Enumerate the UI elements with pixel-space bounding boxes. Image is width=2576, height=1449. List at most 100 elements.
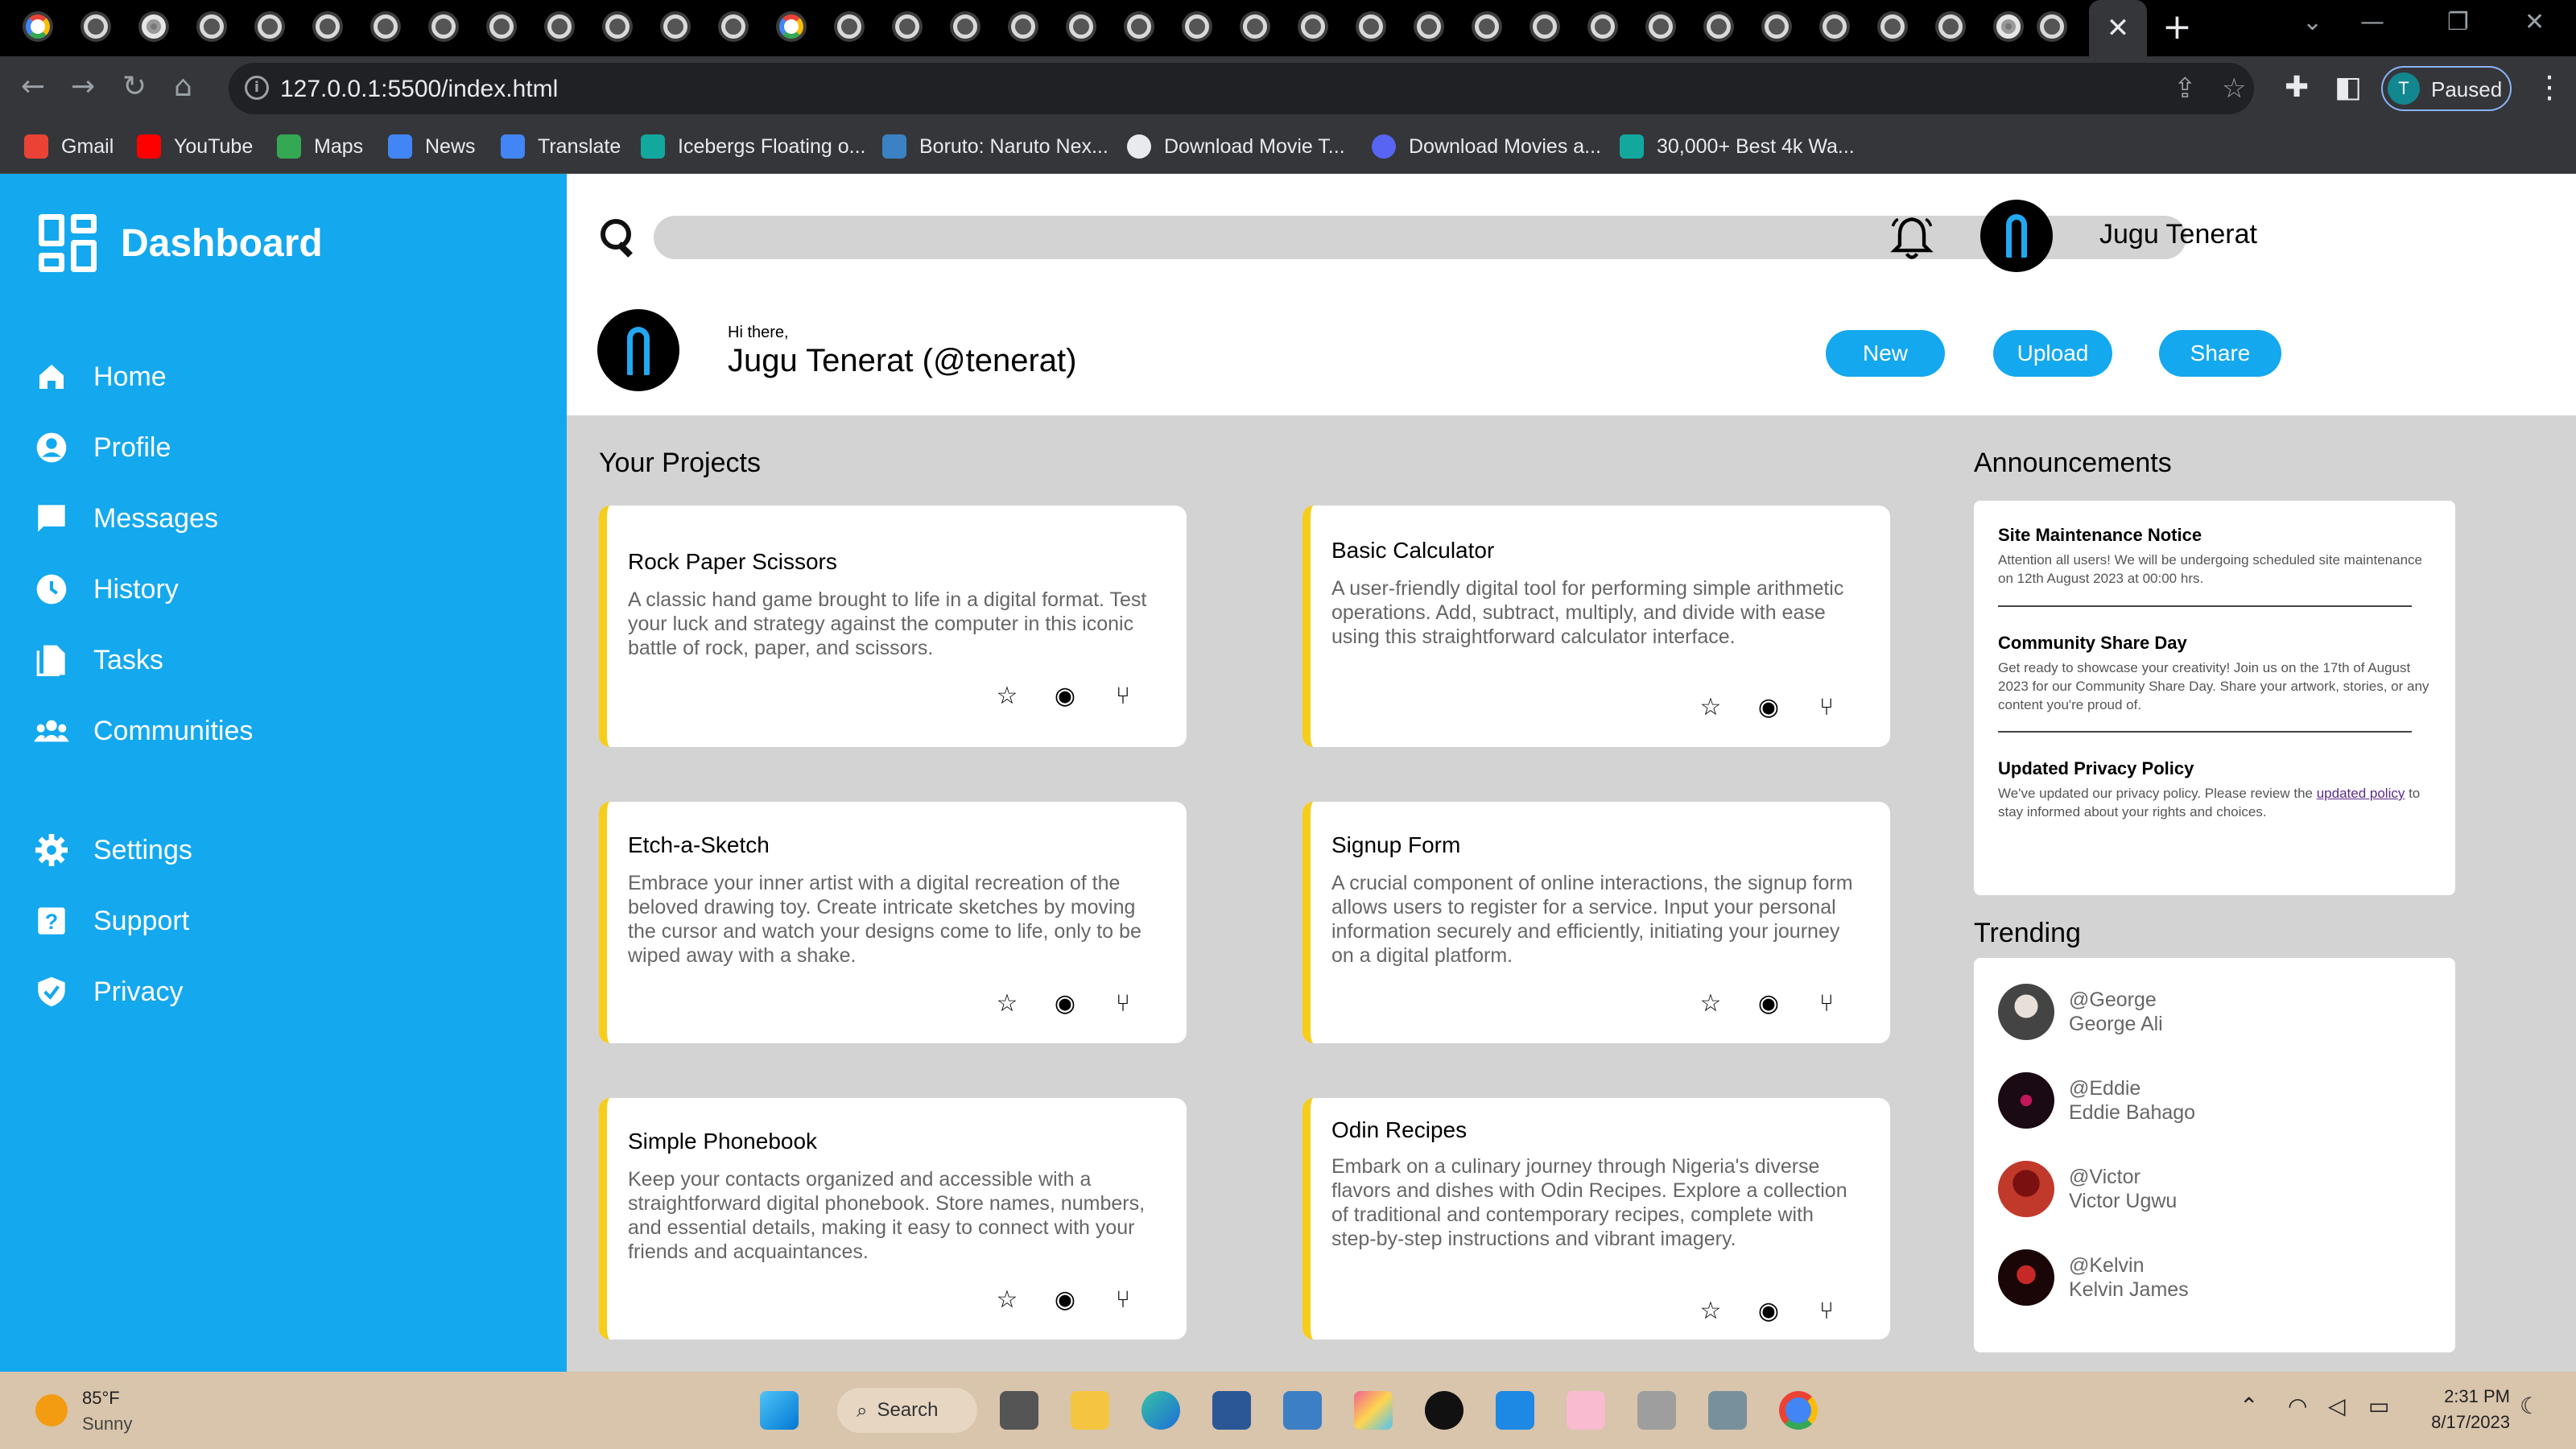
browser-tab[interactable]: [1703, 11, 1734, 42]
browser-tab[interactable]: [1124, 11, 1154, 42]
fork-icon[interactable]: ⑂: [1814, 1299, 1839, 1323]
browser-tab[interactable]: [1587, 11, 1618, 42]
star-icon[interactable]: ☆: [1699, 1299, 1723, 1323]
window-close-icon[interactable]: ✕: [2524, 8, 2545, 36]
project-card[interactable]: Simple Phonebook Keep your contacts orga…: [599, 1098, 1187, 1340]
browser-tab[interactable]: [80, 11, 111, 42]
watch-icon[interactable]: ◉: [1053, 1288, 1077, 1312]
weather-sun-icon[interactable]: [35, 1394, 68, 1426]
star-icon[interactable]: ☆: [995, 684, 1019, 708]
browser-tab[interactable]: [602, 11, 633, 42]
star-icon[interactable]: ☆: [1699, 992, 1723, 1016]
clock-date[interactable]: 8/17/2023: [2391, 1412, 2510, 1433]
sidebar-item-privacy[interactable]: Privacy: [34, 974, 183, 1009]
profile-button[interactable]: T Paused: [2381, 66, 2512, 111]
browser-tab[interactable]: [718, 11, 749, 42]
reload-button[interactable]: ↻: [122, 71, 147, 103]
sidebar-item-communities[interactable]: Communities: [34, 713, 253, 749]
watch-icon[interactable]: ◉: [1757, 1299, 1781, 1323]
bookmark-item[interactable]: Translate: [501, 132, 621, 161]
battery-icon[interactable]: ▭: [2368, 1393, 2389, 1419]
browser-tab[interactable]: [1645, 11, 1676, 42]
clock-time[interactable]: 2:31 PM: [2391, 1386, 2510, 1407]
sidebar-item-support[interactable]: ? Support: [34, 903, 189, 939]
project-card[interactable]: Rock Paper Scissors A classic hand game …: [599, 506, 1187, 747]
sidebar-item-messages[interactable]: Messages: [34, 501, 218, 536]
browser-tab[interactable]: [1993, 11, 2024, 42]
site-info-icon[interactable]: i: [245, 76, 269, 100]
dashboard-logo[interactable]: Dashboard: [39, 214, 323, 272]
sidebar-item-tasks[interactable]: Tasks: [34, 642, 163, 678]
app-icon[interactable]: [1708, 1391, 1747, 1430]
chrome-icon[interactable]: [1779, 1391, 1818, 1430]
fork-icon[interactable]: ⑂: [1111, 992, 1135, 1016]
paint-icon[interactable]: [1354, 1391, 1393, 1430]
browser-tab[interactable]: [2037, 11, 2067, 42]
bookmark-item[interactable]: News: [388, 132, 476, 161]
browser-tab[interactable]: [23, 11, 53, 42]
trending-user[interactable]: @Eddie Eddie Bahago: [1998, 1072, 2195, 1129]
project-card[interactable]: Basic Calculator A user-friendly digital…: [1302, 506, 1890, 747]
bookmark-item[interactable]: 30,000+ Best 4k Wa...: [1620, 132, 1855, 161]
fork-icon[interactable]: ⑂: [1814, 992, 1839, 1016]
trending-user[interactable]: @Kelvin Kelvin James: [1998, 1249, 2189, 1306]
browser-tab[interactable]: [1356, 11, 1386, 42]
browser-tab[interactable]: [1530, 11, 1560, 42]
address-bar[interactable]: i 127.0.0.1:5500/index.html ⇪ ☆: [229, 63, 2254, 114]
star-icon[interactable]: ☆: [995, 1288, 1019, 1312]
project-card[interactable]: Signup Form A crucial component of onlin…: [1302, 802, 1890, 1043]
browser-tab[interactable]: [312, 11, 343, 42]
browser-tab[interactable]: [776, 11, 807, 42]
wifi-icon[interactable]: ◠: [2288, 1393, 2307, 1419]
browser-tab[interactable]: [660, 11, 691, 42]
browser-tab[interactable]: [544, 11, 575, 42]
restore-icon[interactable]: ❐: [2447, 8, 2469, 36]
new-button[interactable]: New: [1826, 330, 1945, 377]
project-card[interactable]: Etch-a-Sketch Embrace your inner artist …: [599, 802, 1187, 1043]
start-icon[interactable]: [760, 1391, 799, 1430]
sidebar-item-home[interactable]: Home: [34, 359, 167, 394]
watch-icon[interactable]: ◉: [1757, 992, 1781, 1016]
bookmark-item[interactable]: Maps: [277, 132, 363, 161]
new-tab-button[interactable]: +: [2162, 10, 2192, 45]
browser-tab[interactable]: [1066, 11, 1096, 42]
bookmark-item[interactable]: Boruto: Naruto Nex...: [882, 132, 1108, 161]
sidebar-item-history[interactable]: History: [34, 572, 179, 607]
privacy-policy-link[interactable]: updated policy: [2317, 786, 2405, 801]
trending-user[interactable]: @George George Ali: [1998, 984, 2163, 1040]
bookmark-item[interactable]: Download Movies a...: [1372, 132, 1601, 161]
browser-tab[interactable]: [834, 11, 865, 42]
watch-icon[interactable]: ◉: [1053, 684, 1077, 708]
share-button[interactable]: Share: [2159, 330, 2281, 377]
star-icon[interactable]: ☆: [1699, 696, 1723, 720]
browser-tab[interactable]: [1414, 11, 1444, 42]
side-panel-icon[interactable]: ◧: [2334, 71, 2362, 104]
watch-icon[interactable]: ◉: [1757, 696, 1781, 720]
volume-icon[interactable]: ◁: [2328, 1393, 2346, 1419]
star-icon[interactable]: ☆: [995, 992, 1019, 1016]
browser-tab[interactable]: [1240, 11, 1270, 42]
sidebar-item-profile[interactable]: Profile: [34, 430, 171, 465]
project-card[interactable]: Odin Recipes Embark on a culinary journe…: [1302, 1098, 1890, 1340]
upload-button[interactable]: Upload: [1993, 330, 2112, 377]
search-input[interactable]: [654, 216, 2186, 259]
browser-tab[interactable]: [1761, 11, 1792, 42]
notifications-icon[interactable]: ☾: [2520, 1393, 2540, 1419]
minimize-icon[interactable]: —: [2360, 8, 2384, 36]
bookmark-item[interactable]: Gmail: [24, 132, 114, 161]
share-page-icon[interactable]: ⇪: [2174, 72, 2197, 105]
weather-temperature[interactable]: 85°F: [82, 1388, 120, 1409]
browser-tab[interactable]: [486, 11, 517, 42]
browser-tab[interactable]: [1182, 11, 1212, 42]
extensions-icon[interactable]: ✚: [2285, 71, 2309, 104]
browser-tab[interactable]: [196, 11, 227, 42]
watch-icon[interactable]: ◉: [1053, 992, 1077, 1016]
fork-icon[interactable]: ⑂: [1814, 696, 1839, 720]
file-explorer-icon[interactable]: [1071, 1391, 1109, 1430]
browser-tab[interactable]: [1298, 11, 1328, 42]
browser-tab[interactable]: [1008, 11, 1038, 42]
back-button[interactable]: ←: [21, 71, 45, 103]
browser-tab[interactable]: [1935, 11, 1966, 42]
bookmark-star-icon[interactable]: ☆: [2222, 72, 2246, 105]
app-icon[interactable]: [1637, 1391, 1676, 1430]
